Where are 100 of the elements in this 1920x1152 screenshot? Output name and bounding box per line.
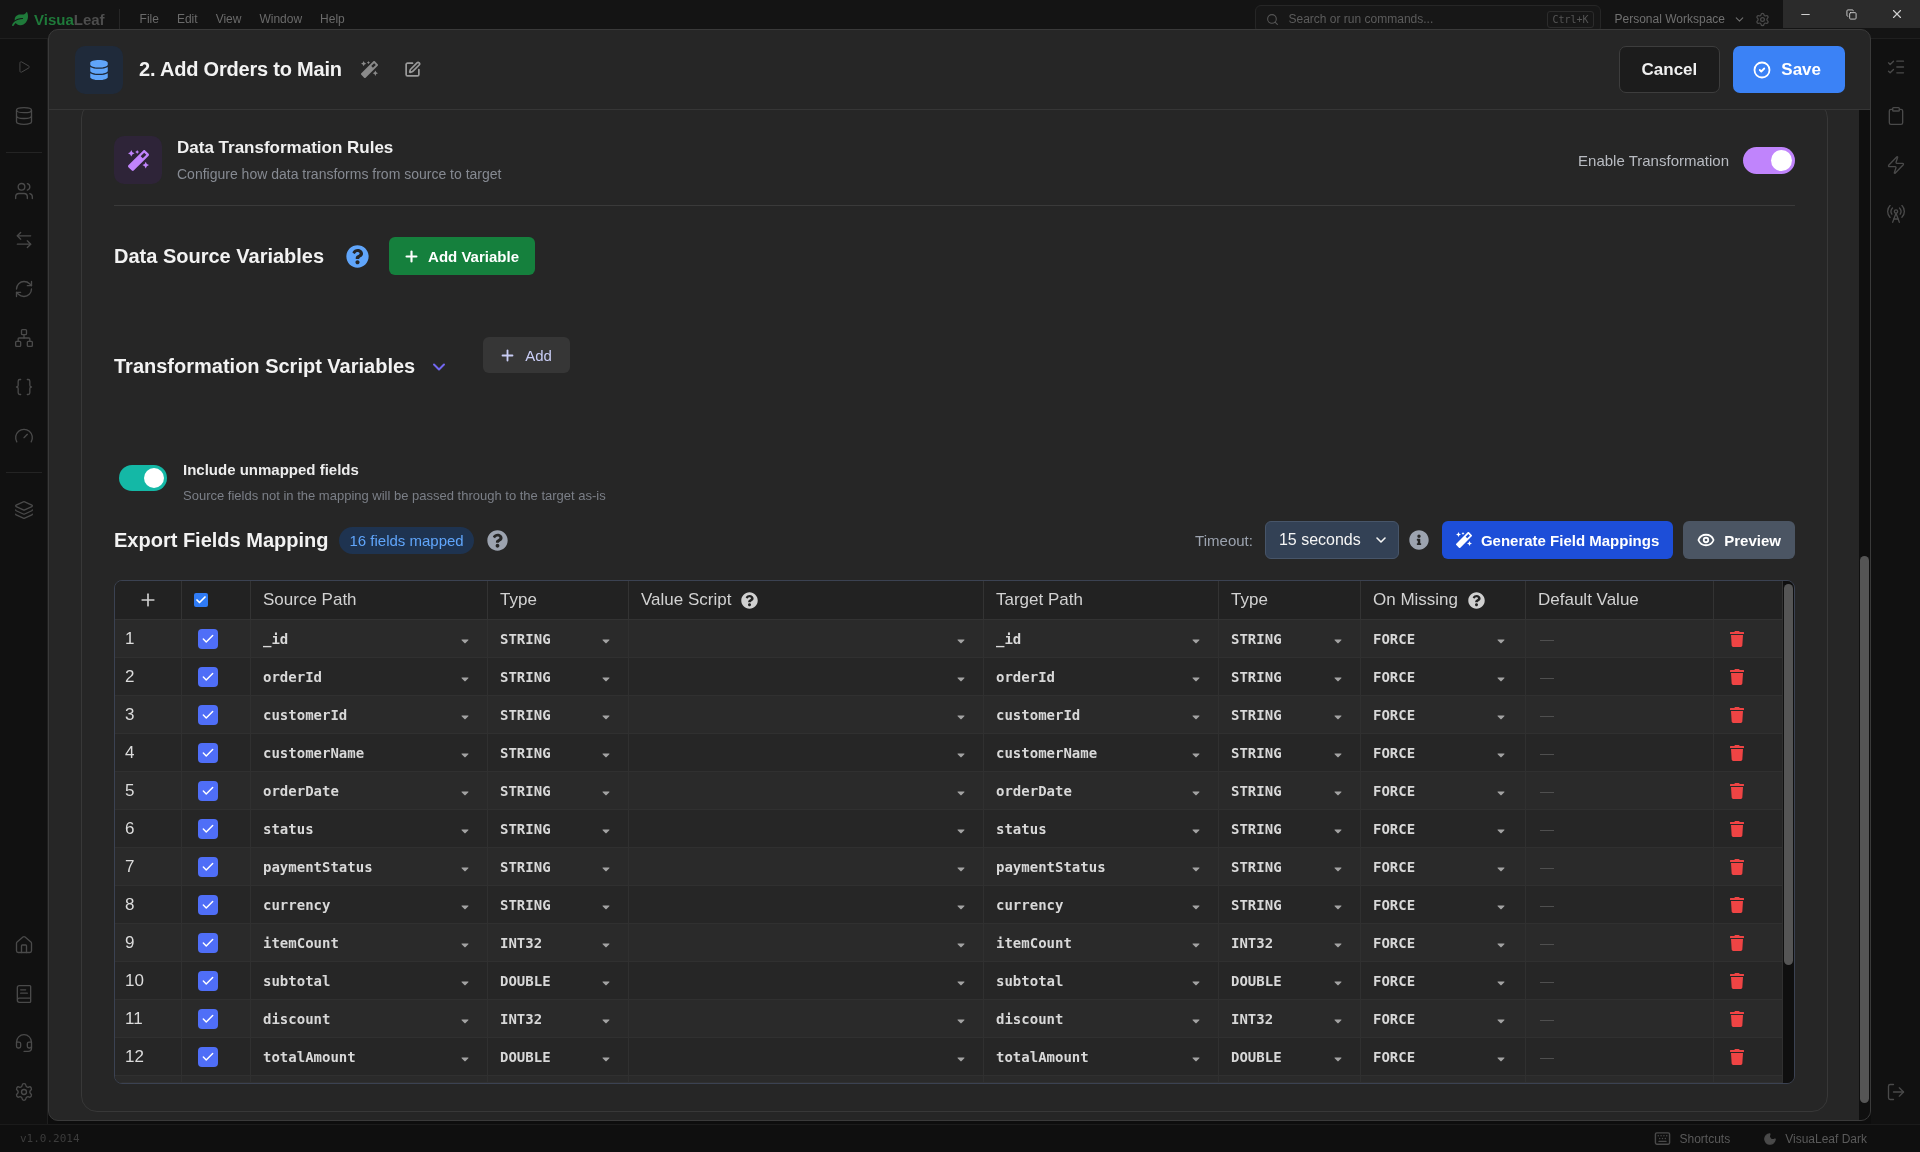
source-path-dropdown[interactable]: status — [251, 810, 488, 847]
type-dropdown[interactable]: STRING — [488, 696, 629, 733]
info-icon[interactable] — [1408, 530, 1429, 550]
scrollbar-thumb[interactable] — [1784, 584, 1793, 965]
save-button[interactable]: Save — [1733, 46, 1845, 93]
type-dropdown[interactable]: STRING — [488, 734, 629, 771]
source-path-dropdown[interactable]: orderDate — [251, 772, 488, 809]
target-path-dropdown[interactable]: discount — [984, 1000, 1219, 1037]
default-value-field[interactable]: — — [1538, 857, 1701, 876]
type-dropdown[interactable]: INT32 — [1219, 1000, 1361, 1037]
type-dropdown[interactable]: DOUBLE — [1219, 1038, 1361, 1075]
select-all-checkbox[interactable] — [194, 593, 208, 607]
default-value-field[interactable]: — — [1538, 819, 1701, 838]
type-dropdown[interactable]: STRING — [488, 658, 629, 695]
type-dropdown[interactable]: STRING — [488, 620, 629, 657]
trash-icon[interactable] — [1729, 668, 1745, 685]
search-field[interactable]: Search or run commands... — [1286, 11, 1540, 27]
on-missing-dropdown[interactable]: FORCE — [1361, 620, 1526, 657]
type-dropdown[interactable]: STRING — [488, 810, 629, 847]
trash-icon[interactable] — [1729, 1048, 1745, 1065]
workspace-selector[interactable]: Personal Workspace — [1614, 12, 1746, 26]
add-variable-button[interactable]: Add Variable — [389, 237, 535, 275]
source-path-dropdown[interactable]: itemCount — [251, 924, 488, 961]
help-icon[interactable] — [346, 244, 370, 268]
source-path-dropdown[interactable]: currency — [251, 886, 488, 923]
on-missing-dropdown[interactable]: FORCE — [1361, 886, 1526, 923]
source-path-dropdown[interactable]: paymentStatus — [251, 848, 488, 885]
default-value-field[interactable]: — — [1538, 743, 1701, 762]
on-missing-dropdown[interactable]: FORCE — [1361, 734, 1526, 771]
default-value-field[interactable]: — — [1538, 629, 1701, 648]
checkbox[interactable] — [198, 970, 218, 991]
default-value-field[interactable]: — — [1538, 1009, 1701, 1028]
help-icon[interactable] — [741, 591, 759, 609]
cancel-button[interactable]: Cancel — [1618, 46, 1721, 93]
add-button[interactable]: Add — [483, 337, 570, 373]
on-missing-dropdown[interactable]: FORCE — [1361, 810, 1526, 847]
menu-item[interactable]: Window — [259, 12, 303, 26]
target-path-dropdown[interactable]: customerId — [984, 696, 1219, 733]
checkbox[interactable] — [198, 780, 218, 801]
source-path-dropdown[interactable]: customerId — [251, 696, 488, 733]
type-dropdown[interactable]: STRING — [488, 886, 629, 923]
trash-icon[interactable] — [1729, 744, 1745, 761]
help-icon[interactable] — [1468, 591, 1486, 609]
type-dropdown[interactable]: DOUBLE — [1219, 962, 1361, 999]
type-dropdown[interactable]: STRING — [1219, 772, 1361, 809]
edit-icon[interactable] — [403, 61, 421, 78]
type-dropdown[interactable]: INT32 — [488, 924, 629, 961]
target-path-dropdown[interactable]: orderDate — [984, 772, 1219, 809]
on-missing-dropdown[interactable]: FORCE — [1361, 658, 1526, 695]
on-missing-dropdown[interactable]: FORCE — [1361, 1038, 1526, 1075]
help-icon[interactable] — [486, 529, 508, 551]
toggle-switch[interactable] — [119, 465, 167, 491]
target-path-dropdown[interactable]: totalAmount — [984, 1038, 1219, 1075]
trash-icon[interactable] — [1729, 782, 1745, 799]
checkbox[interactable] — [198, 856, 218, 877]
source-path-dropdown[interactable]: _id — [251, 620, 488, 657]
magic-wand-icon[interactable] — [360, 61, 378, 78]
type-dropdown[interactable]: STRING — [1219, 658, 1361, 695]
type-dropdown[interactable]: INT32 — [488, 1000, 629, 1037]
type-dropdown[interactable]: STRING — [488, 848, 629, 885]
on-missing-dropdown[interactable]: FORCE — [1361, 924, 1526, 961]
type-dropdown[interactable]: STRING — [1219, 696, 1361, 733]
target-path-dropdown[interactable]: subtotal — [984, 962, 1219, 999]
default-value-field[interactable]: — — [1538, 933, 1701, 952]
checkbox[interactable] — [198, 666, 218, 687]
target-path-dropdown[interactable]: itemCount — [984, 924, 1219, 961]
default-value-field[interactable]: — — [1538, 895, 1701, 914]
target-path-dropdown[interactable]: _id — [984, 620, 1219, 657]
source-path-dropdown[interactable]: discount — [251, 1000, 488, 1037]
checkbox[interactable] — [198, 818, 218, 839]
on-missing-dropdown[interactable]: FORCE — [1361, 848, 1526, 885]
toggle-switch[interactable] — [1743, 146, 1795, 174]
type-dropdown[interactable]: STRING — [1219, 734, 1361, 771]
default-value-field[interactable]: — — [1538, 971, 1701, 990]
source-path-dropdown[interactable]: customerName — [251, 734, 488, 771]
checkbox[interactable] — [198, 628, 218, 649]
type-dropdown[interactable]: STRING — [1219, 886, 1361, 923]
trash-icon[interactable] — [1729, 972, 1745, 989]
checkbox[interactable] — [198, 704, 218, 725]
default-value-field[interactable]: — — [1538, 705, 1701, 724]
trash-icon[interactable] — [1729, 820, 1745, 837]
trash-icon[interactable] — [1729, 858, 1745, 875]
checkbox[interactable] — [198, 1046, 218, 1067]
target-path-dropdown[interactable]: customerName — [984, 734, 1219, 771]
type-dropdown[interactable]: DOUBLE — [488, 962, 629, 999]
on-missing-dropdown[interactable]: FORCE — [1361, 772, 1526, 809]
source-path-dropdown[interactable]: totalAmount — [251, 1038, 488, 1075]
generate-mappings-button[interactable]: Generate Field Mappings — [1441, 521, 1674, 559]
type-dropdown[interactable]: INT32 — [1219, 924, 1361, 961]
preview-button[interactable]: Preview — [1683, 521, 1795, 559]
target-path-dropdown[interactable]: paymentStatus — [984, 848, 1219, 885]
type-dropdown[interactable]: STRING — [1219, 848, 1361, 885]
trash-icon[interactable] — [1729, 934, 1745, 951]
trash-icon[interactable] — [1729, 706, 1745, 723]
on-missing-dropdown[interactable]: FORCE — [1361, 696, 1526, 733]
checkbox[interactable] — [198, 742, 218, 763]
checkbox[interactable] — [198, 894, 218, 915]
default-value-field[interactable]: — — [1538, 1047, 1701, 1066]
timeout-select[interactable]: 15 seconds — [1264, 521, 1399, 559]
source-path-dropdown[interactable]: orderId — [251, 658, 488, 695]
